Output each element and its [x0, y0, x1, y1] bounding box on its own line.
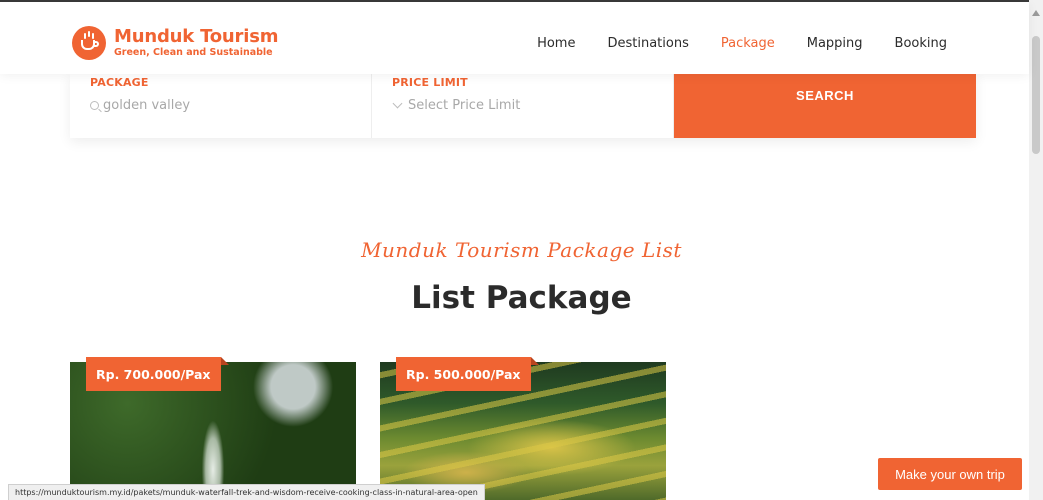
price-badge: Rp. 700.000/Pax [86, 357, 228, 391]
nav-package[interactable]: Package [721, 36, 775, 51]
brand-tagline: Green, Clean and Sustainable [114, 47, 273, 58]
price-limit-field[interactable]: PRICE LIMIT Select Price Limit [372, 72, 674, 138]
page-scrollbar[interactable] [1029, 0, 1043, 500]
make-your-own-trip-button[interactable]: Make your own trip [878, 458, 1022, 490]
package-field[interactable]: PACKAGE golden valley [70, 72, 372, 138]
price-badge: Rp. 500.000/Pax [396, 357, 538, 391]
page-title: List Package [411, 280, 632, 316]
scrollbar-thumb[interactable] [1032, 36, 1040, 154]
nav-booking[interactable]: Booking [895, 36, 947, 51]
price-limit-label: PRICE LIMIT [392, 76, 468, 89]
package-field-label: PACKAGE [90, 76, 149, 89]
nav-home[interactable]: Home [537, 36, 575, 51]
chevron-down-icon [392, 98, 403, 109]
price-limit-select[interactable]: Select Price Limit [408, 98, 520, 113]
brand-name: Munduk Tourism [114, 26, 279, 47]
brand-logo[interactable]: Munduk Tourism Green, Clean and Sustaina… [72, 26, 278, 60]
main-nav: Home Destinations Package Mapping Bookin… [537, 36, 947, 51]
package-search-bar: PACKAGE golden valley PRICE LIMIT Select… [70, 72, 976, 138]
coffee-cup-icon [72, 26, 106, 60]
nav-mapping[interactable]: Mapping [807, 36, 863, 51]
site-header: Munduk Tourism Green, Clean and Sustaina… [0, 2, 1029, 74]
search-button[interactable]: SEARCH [674, 72, 976, 138]
brand-text: Munduk Tourism Green, Clean and Sustaina… [114, 27, 278, 59]
browser-status-url: https://munduktourism.my.id/pakets/mundu… [8, 484, 485, 500]
section-script-title: Munduk Tourism Package List [361, 238, 682, 262]
package-search-input[interactable]: golden valley [103, 98, 190, 113]
search-icon [90, 101, 99, 110]
nav-destinations[interactable]: Destinations [607, 36, 688, 51]
scroll-up-arrow-icon[interactable] [1032, 10, 1040, 16]
